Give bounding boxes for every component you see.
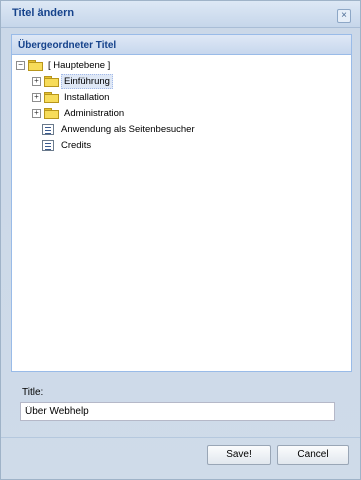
tree-node-administration[interactable]: + Administration <box>32 105 127 121</box>
title-input[interactable] <box>20 402 335 421</box>
tree-node-label[interactable]: Installation <box>61 90 112 105</box>
folder-icon <box>44 92 59 103</box>
tree-node-label[interactable]: Credits <box>58 138 94 153</box>
title-field-label: Title: <box>22 387 44 398</box>
expand-icon[interactable]: + <box>32 92 41 102</box>
parent-title-panel: Übergeordneter Titel − [ Hauptebene ] + … <box>11 34 352 372</box>
panel-header: Übergeordneter Titel <box>12 35 351 55</box>
change-title-dialog: Titel ändern × Übergeordneter Titel − [ … <box>0 0 361 480</box>
footer-divider <box>1 437 360 438</box>
page-icon <box>42 139 54 151</box>
save-button[interactable]: Save! <box>207 445 271 465</box>
dialog-titlebar[interactable]: Titel ändern × <box>1 1 360 28</box>
tree-node-root[interactable]: − [ Hauptebene ] <box>16 57 113 73</box>
expand-icon[interactable]: + <box>32 108 41 118</box>
tree-node-label[interactable]: Einführung <box>61 73 113 89</box>
folder-icon <box>44 76 59 87</box>
tree-node-label[interactable]: [ Hauptebene ] <box>45 58 113 73</box>
tree-node-einfuehrung[interactable]: + Einführung <box>32 73 113 89</box>
folder-icon <box>44 108 59 119</box>
close-icon[interactable]: × <box>337 9 351 23</box>
dialog-title: Titel ändern <box>12 7 75 19</box>
collapse-icon[interactable]: − <box>16 60 25 70</box>
page-icon <box>42 123 54 135</box>
tree-node-label[interactable]: Anwendung als Seitenbesucher <box>58 122 198 137</box>
tree-node-installation[interactable]: + Installation <box>32 89 112 105</box>
tree-node-label[interactable]: Administration <box>61 106 127 121</box>
folder-open-icon <box>28 60 43 71</box>
cancel-button[interactable]: Cancel <box>277 445 349 465</box>
expand-icon[interactable]: + <box>32 76 41 86</box>
tree-node-anwendung[interactable]: Anwendung als Seitenbesucher <box>42 121 198 137</box>
tree-node-credits[interactable]: Credits <box>42 137 94 153</box>
